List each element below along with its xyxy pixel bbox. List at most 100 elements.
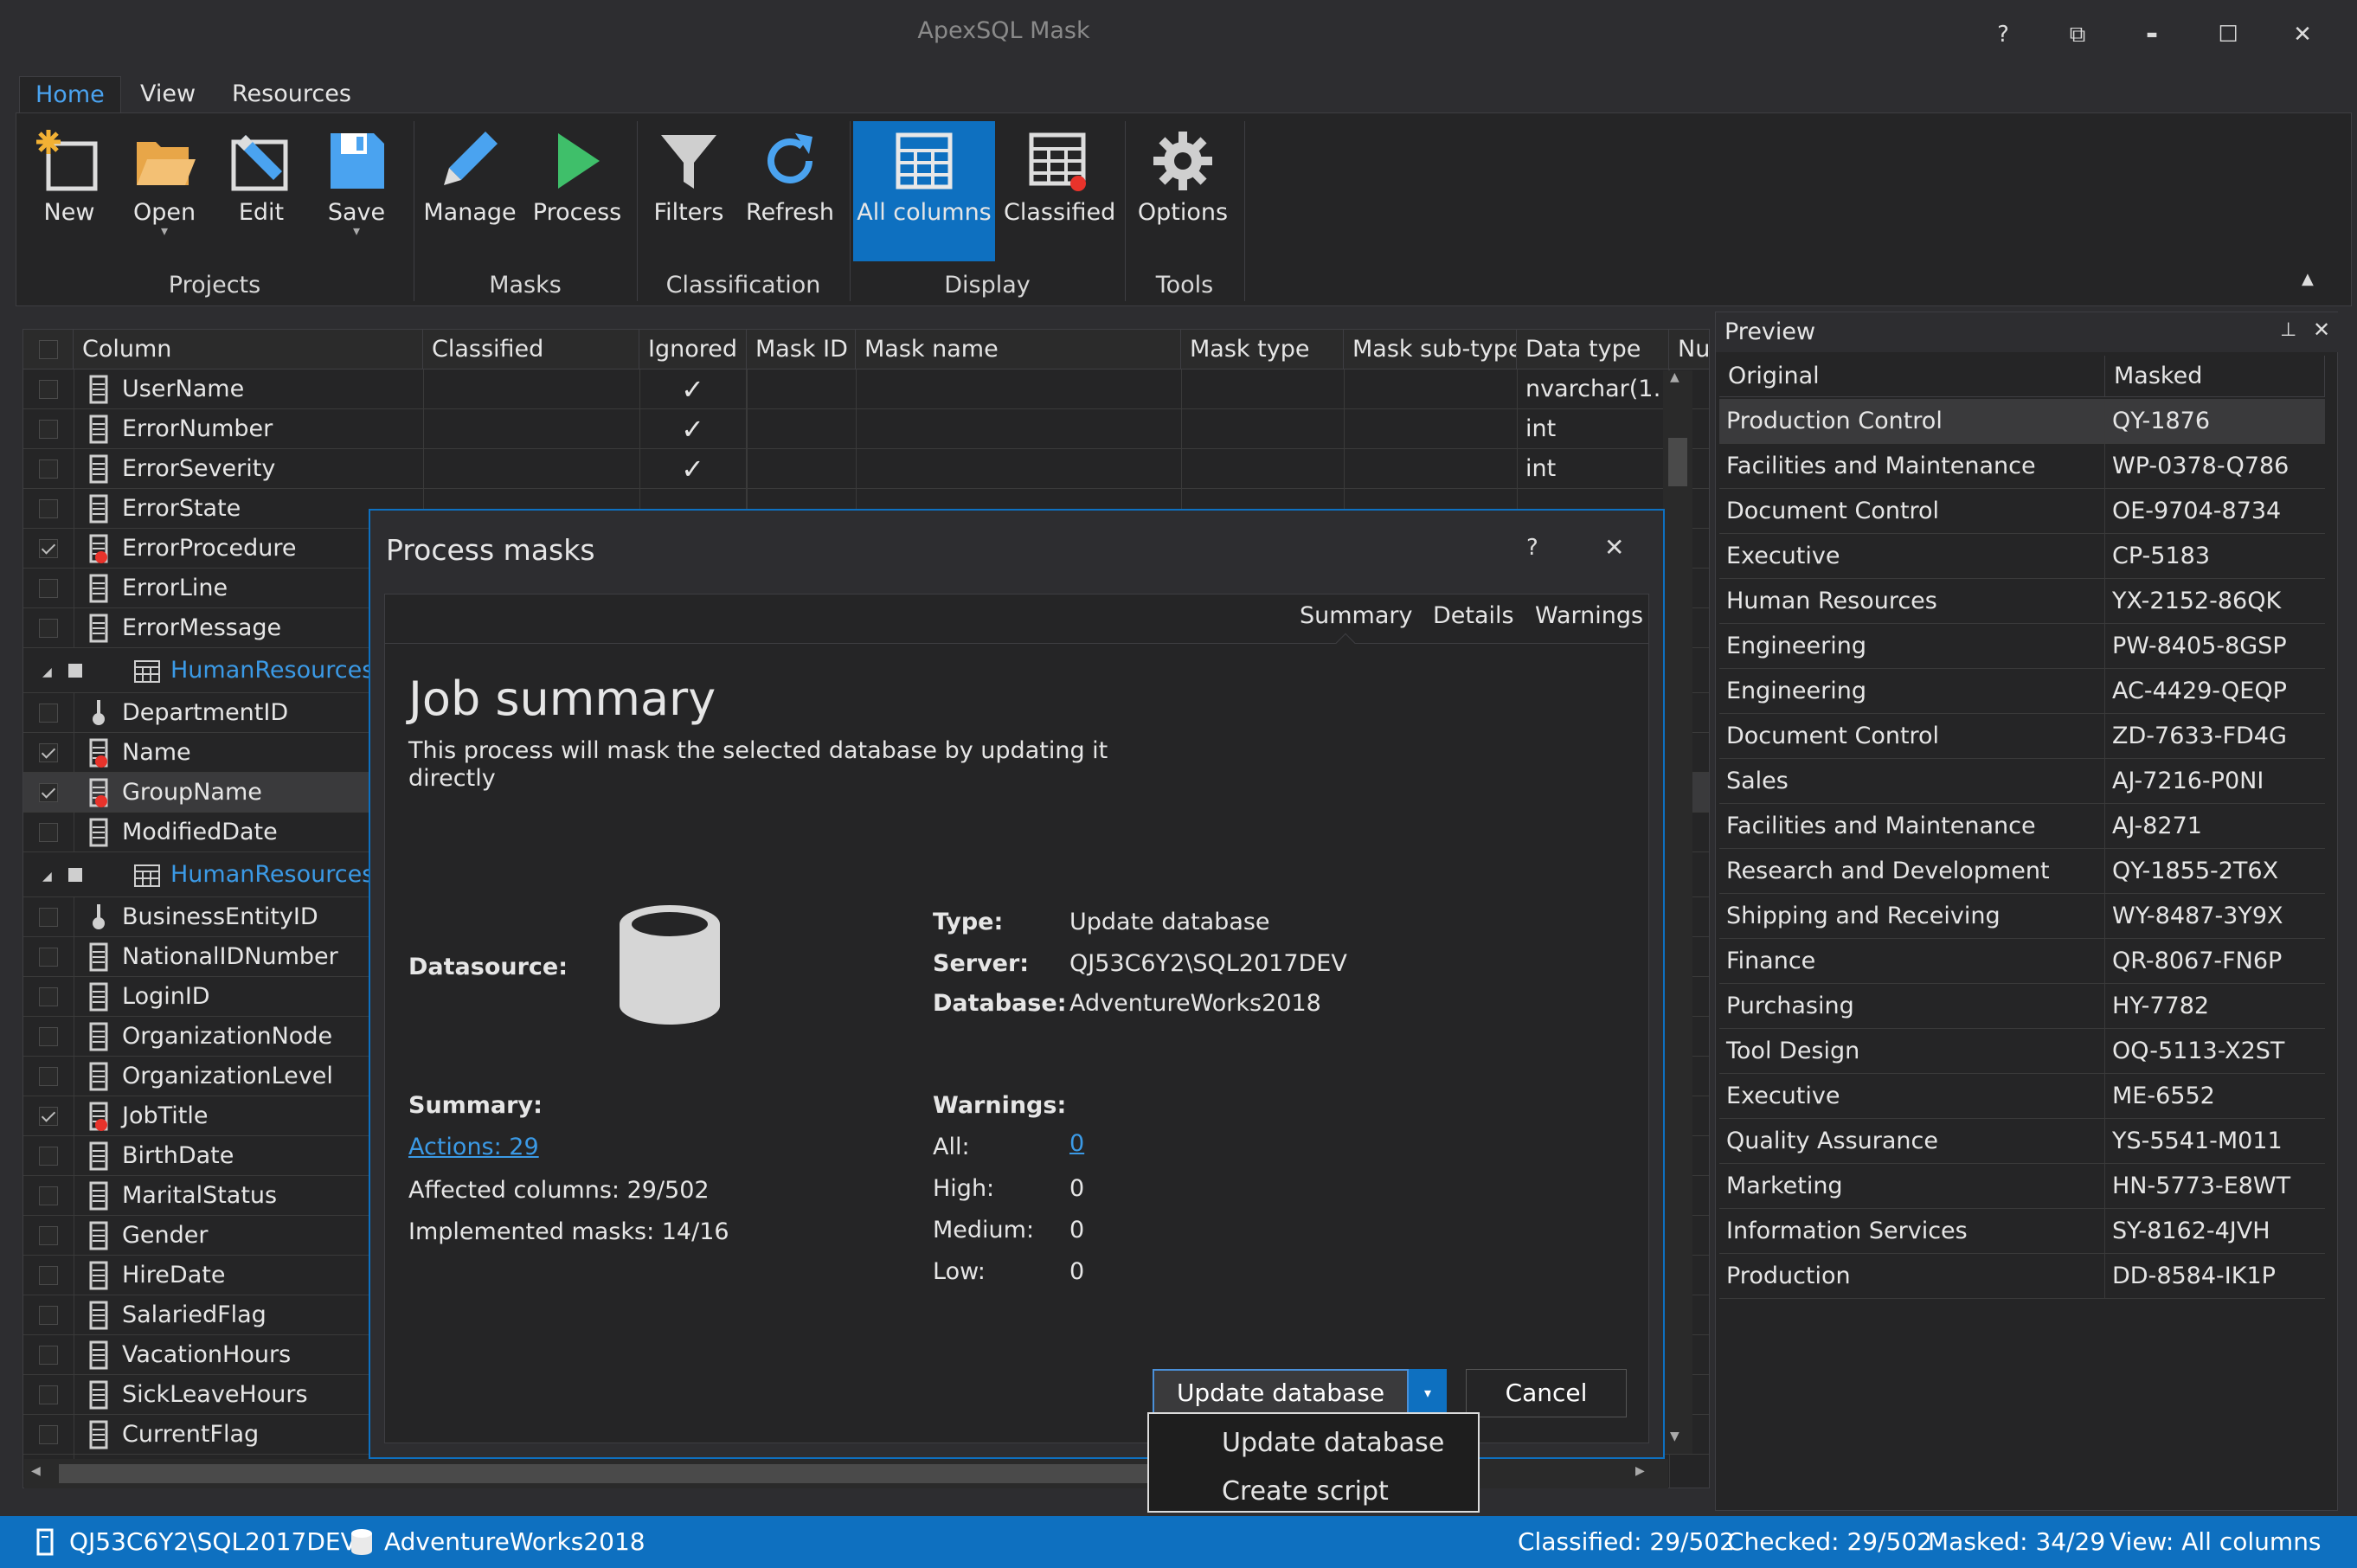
header-nullable[interactable]: Nulla	[1669, 330, 1709, 370]
close-button[interactable]: ✕	[2272, 16, 2333, 54]
preview-row[interactable]: Research and Development QY-1855-2T6X	[1719, 849, 2325, 894]
dialog-close-icon[interactable]: ✕	[1604, 533, 1624, 562]
horizontal-scroll-thumb[interactable]	[59, 1464, 1184, 1483]
row-checkbox[interactable]	[39, 783, 58, 802]
row-checkbox[interactable]	[39, 1385, 58, 1404]
group-checkbox[interactable]	[68, 868, 82, 882]
header-data-type[interactable]: Data type	[1517, 330, 1669, 370]
options-button[interactable]: Options	[1135, 121, 1230, 270]
restore-ribbon-icon[interactable]: ⧉	[2047, 16, 2108, 54]
preview-row[interactable]: Sales AJ-7216-P0NI	[1719, 759, 2325, 804]
minimize-button[interactable]: ▬	[2122, 16, 2182, 54]
table-row[interactable]: ErrorSeverity ✓ int	[23, 449, 1709, 489]
row-checkbox[interactable]	[39, 1107, 58, 1126]
preview-row[interactable]: Production DD-8584-IK1P	[1719, 1254, 2325, 1299]
header-classified[interactable]: Classified	[423, 330, 639, 370]
tab-view[interactable]: View	[125, 76, 211, 112]
row-checkbox[interactable]	[39, 1266, 58, 1285]
process-button[interactable]: Process	[530, 121, 625, 270]
row-checkbox[interactable]	[39, 1425, 58, 1444]
row-checkbox[interactable]	[39, 743, 58, 762]
group-checkbox[interactable]	[68, 664, 82, 678]
maximize-button[interactable]: ☐	[2198, 16, 2258, 54]
vertical-scrollbar[interactable]: ▲ ▼	[1663, 370, 1692, 1454]
tab-details[interactable]: Details	[1433, 602, 1514, 629]
preview-row[interactable]: Facilities and Maintenance WP-0378-Q786	[1719, 444, 2325, 489]
row-checkbox[interactable]	[39, 1226, 58, 1245]
scroll-left-icon[interactable]: ◀	[31, 1464, 41, 1478]
table-name[interactable]: HumanResources.D	[170, 648, 400, 693]
preview-row[interactable]: Document Control ZD-7633-FD4G	[1719, 714, 2325, 759]
table-row[interactable]: ErrorNumber ✓ int	[23, 409, 1709, 449]
vertical-scroll-thumb[interactable]	[1668, 438, 1687, 486]
preview-row[interactable]: Production Control QY-1876	[1719, 399, 2325, 444]
update-database-button[interactable]: Update database	[1153, 1369, 1409, 1417]
expand-icon[interactable]: ◢	[42, 665, 52, 679]
filters-button[interactable]: Filters	[645, 121, 732, 270]
row-checkbox[interactable]	[39, 1346, 58, 1365]
menu-item-update-database[interactable]: Update database	[1222, 1428, 1444, 1458]
row-checkbox[interactable]	[39, 987, 58, 1006]
save-button[interactable]: Save ▾	[313, 121, 400, 270]
preview-row[interactable]: Quality Assurance YS-5541-M011	[1719, 1119, 2325, 1164]
row-checkbox[interactable]	[39, 459, 58, 479]
preview-row[interactable]: Finance QR-8067-FN6P	[1719, 939, 2325, 984]
preview-header-masked[interactable]: Masked	[2105, 356, 2325, 397]
table-row[interactable]: UserName ✓ nvarchar(1…	[23, 370, 1709, 409]
preview-row[interactable]: Information Services SY-8162-4JVH	[1719, 1209, 2325, 1254]
row-checkbox[interactable]	[39, 704, 58, 723]
edit-button[interactable]: Edit	[218, 121, 305, 270]
row-checkbox[interactable]	[39, 619, 58, 638]
preview-row[interactable]: Executive ME-6552	[1719, 1074, 2325, 1119]
preview-row[interactable]: Engineering AC-4429-QEQP	[1719, 669, 2325, 714]
select-all-checkbox[interactable]	[39, 340, 58, 359]
preview-row[interactable]: Marketing HN-5773-E8WT	[1719, 1164, 2325, 1209]
row-checkbox[interactable]	[39, 579, 58, 598]
cancel-button[interactable]: Cancel	[1466, 1369, 1627, 1417]
preview-row[interactable]: Purchasing HY-7782	[1719, 984, 2325, 1029]
manage-button[interactable]: Manage	[422, 121, 517, 270]
expand-icon[interactable]: ◢	[42, 870, 52, 884]
header-mask-type[interactable]: Mask type	[1181, 330, 1344, 370]
preview-row[interactable]: Human Resources YX-2152-86QK	[1719, 579, 2325, 624]
row-checkbox[interactable]	[39, 1027, 58, 1046]
header-ignored[interactable]: Ignored	[639, 330, 747, 370]
row-checkbox[interactable]	[39, 1147, 58, 1166]
pin-icon[interactable]: ⊥	[2280, 319, 2296, 341]
tab-home[interactable]: Home	[19, 76, 121, 112]
header-column[interactable]: Column	[74, 330, 423, 370]
preview-row[interactable]: Shipping and Receiving WY-8487-3Y9X	[1719, 894, 2325, 939]
tab-summary[interactable]: Summary	[1300, 602, 1412, 629]
collapse-ribbon-icon[interactable]: ▲	[2302, 270, 2314, 288]
header-mask-sub-type[interactable]: Mask sub-type	[1344, 330, 1517, 370]
all-columns-button[interactable]: All columns	[853, 121, 995, 261]
preview-row[interactable]: Engineering PW-8405-8GSP	[1719, 624, 2325, 669]
table-name[interactable]: HumanResources.E	[170, 852, 396, 897]
row-checkbox[interactable]	[39, 380, 58, 399]
refresh-button[interactable]: Refresh	[742, 121, 838, 270]
row-checkbox[interactable]	[39, 948, 58, 967]
classified-button[interactable]: Classified	[1004, 121, 1115, 270]
row-checkbox[interactable]	[39, 1186, 58, 1205]
preview-row[interactable]: Tool Design OQ-5113-X2ST	[1719, 1029, 2325, 1074]
scroll-down-icon[interactable]: ▼	[1670, 1430, 1679, 1443]
menu-item-create-script[interactable]: Create script	[1222, 1476, 1389, 1507]
actions-link[interactable]: Actions: 29	[408, 1134, 539, 1160]
update-dropdown-icon[interactable]: ▾	[1409, 1369, 1447, 1417]
row-checkbox[interactable]	[39, 1067, 58, 1086]
tab-warnings[interactable]: Warnings	[1535, 602, 1643, 629]
row-checkbox[interactable]	[39, 539, 58, 558]
preview-row[interactable]: Document Control OE-9704-8734	[1719, 489, 2325, 534]
preview-row[interactable]: Facilities and Maintenance AJ-8271	[1719, 804, 2325, 849]
row-checkbox[interactable]	[39, 1306, 58, 1325]
row-checkbox[interactable]	[39, 908, 58, 927]
preview-row[interactable]: Executive CP-5183	[1719, 534, 2325, 579]
dialog-help-icon[interactable]: ?	[1526, 535, 1538, 561]
preview-close-icon[interactable]: ✕	[2313, 318, 2330, 342]
new-button[interactable]: New	[26, 121, 112, 270]
open-button[interactable]: Open ▾	[121, 121, 208, 270]
save-dropdown-icon[interactable]: ▾	[313, 222, 400, 239]
header-mask-name[interactable]: Mask name	[856, 330, 1181, 370]
select-all-header[interactable]	[23, 330, 74, 370]
row-checkbox[interactable]	[39, 420, 58, 439]
